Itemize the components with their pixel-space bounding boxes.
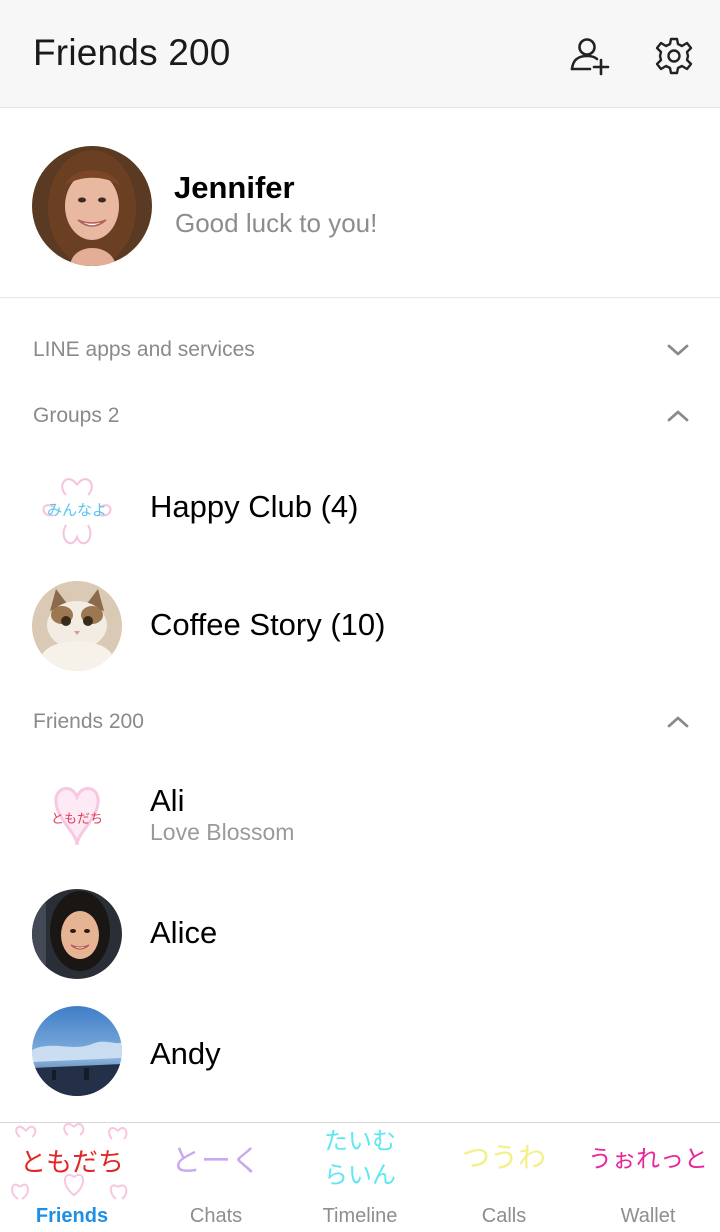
group-avatar-text: みんなよ (47, 501, 107, 519)
profile-name: Jennifer (174, 170, 295, 205)
tab-calls[interactable]: つうわ Calls (432, 1123, 576, 1232)
tab-label: Timeline (322, 1205, 398, 1227)
tab-label: Wallet (620, 1205, 676, 1227)
friend-name: Andy (150, 1036, 221, 1071)
section-line-apps[interactable]: LINE apps and services (0, 320, 720, 380)
my-profile[interactable]: Jennifer Good luck to you! (0, 108, 720, 298)
tab-label: Chats (189, 1205, 243, 1227)
chats-tab-icon: とーく (171, 1144, 261, 1179)
section-label: Friends 200 (33, 710, 144, 733)
tab-art-text: とーく (171, 1144, 261, 1179)
section-label: LINE apps and services (33, 338, 255, 361)
calls-tab-icon: つうわ (462, 1141, 546, 1174)
chevron-down-icon (667, 344, 689, 356)
tab-art-text: うぉれっと (588, 1145, 708, 1173)
gear-icon (655, 37, 693, 75)
tab-label: Calls (481, 1205, 527, 1227)
add-friend-button[interactable] (568, 34, 612, 78)
section-friends[interactable]: Friends 200 (0, 692, 720, 752)
avatar[interactable] (32, 146, 152, 266)
tab-chats[interactable]: とーく Chats (144, 1123, 288, 1232)
friend-avatar-text: ともだち (51, 812, 103, 827)
chevron-up-icon (667, 716, 689, 728)
tab-friends[interactable]: ともだち Friends (0, 1123, 144, 1232)
add-person-icon (570, 38, 610, 76)
friend-row-andy[interactable]: Andy (0, 992, 720, 1110)
tab-art-text: つうわ (462, 1141, 546, 1174)
friend-row-alice[interactable]: Alice (0, 875, 720, 993)
friend-name: Ali (150, 783, 185, 818)
tab-timeline[interactable]: たいむ らいん Timeline (288, 1123, 432, 1232)
group-row-coffee-story[interactable]: Coffee Story (10) (0, 567, 720, 685)
tab-art-text-line2: らいん (324, 1161, 396, 1189)
tab-wallet[interactable]: うぉれっと Wallet (576, 1123, 720, 1232)
avatar (32, 581, 122, 671)
tab-art-text: ともだち (20, 1148, 124, 1178)
section-label: Groups 2 (33, 404, 120, 427)
section-groups[interactable]: Groups 2 (0, 386, 720, 446)
tab-art-text-line1: たいむ (324, 1127, 396, 1155)
page-title: Friends 200 (33, 32, 231, 73)
avatar: みんなよ (32, 463, 122, 553)
group-row-happy-club[interactable]: みんなよ Happy Club (4) (0, 449, 720, 567)
avatar (32, 1006, 122, 1096)
friends-tab-icon: ともだち (11, 1123, 128, 1200)
wallet-tab-icon: うぉれっと (588, 1145, 708, 1173)
avatar: ともだち (32, 769, 122, 859)
settings-button[interactable] (652, 34, 696, 78)
tab-label: Friends (35, 1205, 109, 1227)
friend-name: Alice (150, 915, 218, 950)
group-name: Happy Club (4) (150, 489, 359, 524)
chevron-up-icon (667, 410, 689, 422)
avatar (32, 889, 122, 979)
profile-status-message: Good luck to you! (175, 208, 378, 238)
timeline-tab-icon: たいむ らいん (324, 1127, 396, 1189)
friend-status-message: Love Blossom (150, 819, 295, 845)
group-name: Coffee Story (10) (150, 607, 386, 642)
bottom-tab-bar: ともだち Friends とーく Chats たいむ らいん Timeline … (0, 1122, 720, 1232)
app-header: Friends 200 (0, 0, 720, 108)
friend-row-ali[interactable]: ともだち Ali Love Blossom (0, 755, 720, 873)
